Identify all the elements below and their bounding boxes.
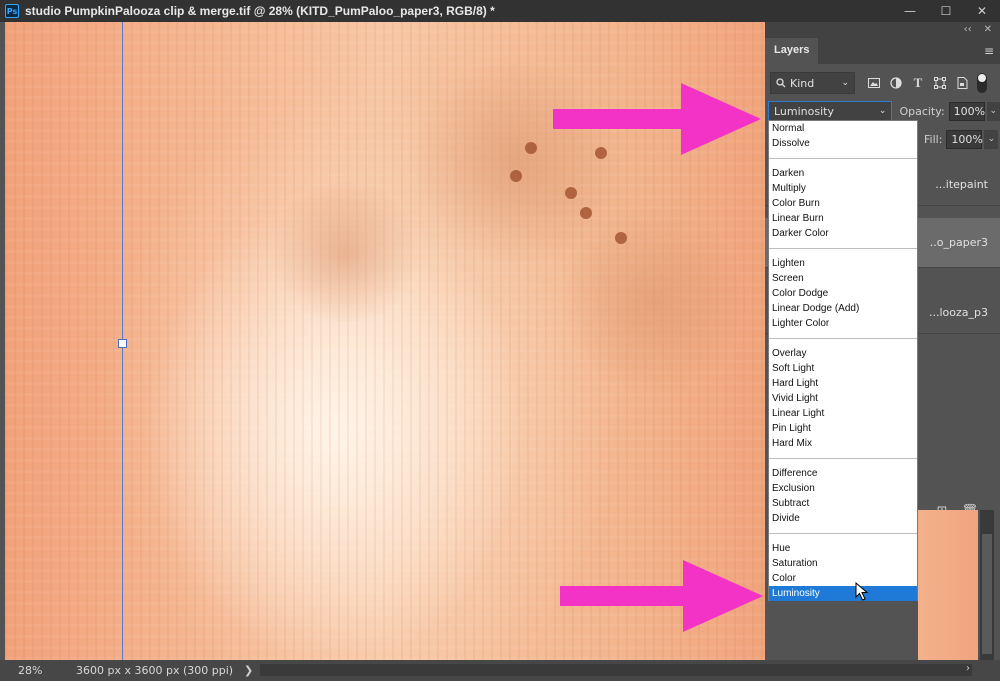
filter-icons: T [863, 72, 973, 94]
pointer-arrow-bottom [560, 560, 763, 632]
mouse-cursor-icon [855, 582, 869, 601]
blend-mode-option[interactable]: Multiply [769, 181, 917, 196]
type-filter-icon[interactable]: T [907, 72, 929, 94]
blend-mode-option[interactable]: Linear Light [769, 406, 917, 421]
title-bar: Ps studio PumpkinPalooza clip & merge.ti… [0, 0, 1000, 22]
scroll-right-icon[interactable]: › [966, 663, 970, 674]
blend-mode-option[interactable]: Screen [769, 271, 917, 286]
blend-mode-separator [769, 451, 917, 466]
layer-name: ...itepaint [935, 178, 988, 191]
panel-collapse-bar: ‹‹ ✕ [765, 22, 1000, 36]
blend-mode-option[interactable]: Saturation [769, 556, 917, 571]
blend-mode-option[interactable]: Overlay [769, 346, 917, 361]
panel-menu-icon[interactable]: ≡ [984, 44, 994, 58]
horizontal-scrollbar[interactable] [260, 664, 972, 676]
status-menu-arrow-icon[interactable]: ❯ [244, 664, 253, 677]
smart-object-filter-icon[interactable] [951, 72, 973, 94]
berry-dot [525, 142, 537, 154]
blend-mode-option[interactable]: Soft Light [769, 361, 917, 376]
layer-filter-row: Kind ⌄ T [765, 70, 1000, 96]
photoshop-app-icon: Ps [5, 4, 19, 18]
blend-mode-option[interactable]: Luminosity [769, 586, 917, 601]
blend-mode-select[interactable]: Luminosity ⌄ [768, 100, 893, 122]
blend-mode-dropdown: Normal Dissolve Darken Multiply Color Burn Li… [768, 120, 918, 601]
panel-close-icon[interactable]: ✕ [984, 24, 992, 35]
adjustment-filter-icon[interactable] [885, 72, 907, 94]
blend-mode-value: Luminosity [774, 104, 834, 118]
fill-label: Fill: [924, 132, 943, 146]
blend-mode-option[interactable]: Difference [769, 466, 917, 481]
chevron-down-icon: ⌄ [878, 106, 887, 116]
layer-name: ...looza_p3 [928, 306, 988, 319]
blend-mode-option[interactable]: Linear Dodge (Add) [769, 301, 917, 316]
blend-mode-option[interactable]: Exclusion [769, 481, 917, 496]
blend-mode-option[interactable]: Lighten [769, 256, 917, 271]
layer-name: ..o_paper3 [929, 236, 988, 249]
blend-mode-option[interactable]: Hue [769, 541, 917, 556]
close-button[interactable]: ✕ [964, 0, 1000, 22]
blend-mode-separator [769, 331, 917, 346]
blend-mode-option[interactable]: Color Burn [769, 196, 917, 211]
blend-mode-separator [769, 241, 917, 256]
blend-mode-option[interactable]: Color [769, 571, 917, 586]
blend-mode-option[interactable]: Hard Light [769, 376, 917, 391]
berry-dot [510, 170, 522, 182]
blend-mode-option[interactable]: Darker Color [769, 226, 917, 241]
blend-mode-option[interactable]: Linear Burn [769, 211, 917, 226]
fill-dropdown-icon[interactable]: ⌄ [984, 129, 999, 149]
canvas-visible-strip [918, 510, 978, 660]
opacity-input[interactable]: 100% [948, 101, 985, 121]
pointer-arrow-top [553, 83, 761, 155]
blend-mode-option[interactable]: Divide [769, 511, 917, 526]
fill-row: Fill: 100% ⌄ [905, 128, 1000, 150]
berry-dot [565, 187, 577, 199]
blend-mode-option[interactable]: Lighter Color [769, 316, 917, 331]
filter-toggle-switch[interactable] [977, 73, 987, 93]
vertical-scrollbar[interactable] [980, 510, 994, 660]
opacity-dropdown-icon[interactable]: ⌄ [986, 101, 1000, 121]
floral-motif [565, 202, 745, 402]
blend-mode-separator [769, 526, 917, 541]
berry-dot [615, 232, 627, 244]
window-controls: — ☐ ✕ [892, 0, 1000, 22]
shape-filter-icon[interactable] [929, 72, 951, 94]
panel-tab-bar: Layers ≡ [765, 36, 1000, 64]
blend-mode-option[interactable]: Vivid Light [769, 391, 917, 406]
fill-input[interactable]: 100% [946, 129, 983, 149]
berry-dot [580, 207, 592, 219]
blend-mode-option[interactable]: Dissolve [769, 136, 917, 151]
blend-mode-separator [769, 151, 917, 166]
transform-handle[interactable] [118, 339, 127, 348]
opacity-label: Opacity: [899, 104, 945, 118]
maximize-button[interactable]: ☐ [928, 0, 964, 22]
document-size: 3600 px x 3600 px (300 ppi) [76, 664, 234, 677]
search-icon [776, 78, 786, 88]
photoshop-window: Ps studio PumpkinPalooza clip & merge.ti… [0, 0, 1000, 681]
zoom-level[interactable]: 28% [0, 664, 46, 677]
blend-mode-option[interactable]: Hard Mix [769, 436, 917, 451]
minimize-button[interactable]: — [892, 0, 928, 22]
blend-opacity-row: Luminosity ⌄ Opacity: 100% ⌄ [765, 100, 1000, 122]
document-title: studio PumpkinPalooza clip & merge.tif @… [25, 4, 495, 18]
kind-filter-label: Kind [790, 76, 815, 90]
collapse-panels-icon[interactable]: ‹‹ [964, 24, 972, 35]
floral-motif [265, 182, 425, 322]
tab-layers[interactable]: Layers [765, 38, 819, 64]
blend-mode-option[interactable]: Darken [769, 166, 917, 181]
blend-mode-option[interactable]: Pin Light [769, 421, 917, 436]
kind-filter-select[interactable]: Kind ⌄ [770, 72, 855, 94]
blend-mode-option[interactable]: Subtract [769, 496, 917, 511]
chevron-down-icon: ⌄ [841, 78, 849, 88]
blend-mode-option[interactable]: Normal [769, 121, 917, 136]
scrollbar-thumb[interactable] [982, 534, 992, 654]
image-filter-icon[interactable] [863, 72, 885, 94]
blend-mode-option[interactable]: Color Dodge [769, 286, 917, 301]
